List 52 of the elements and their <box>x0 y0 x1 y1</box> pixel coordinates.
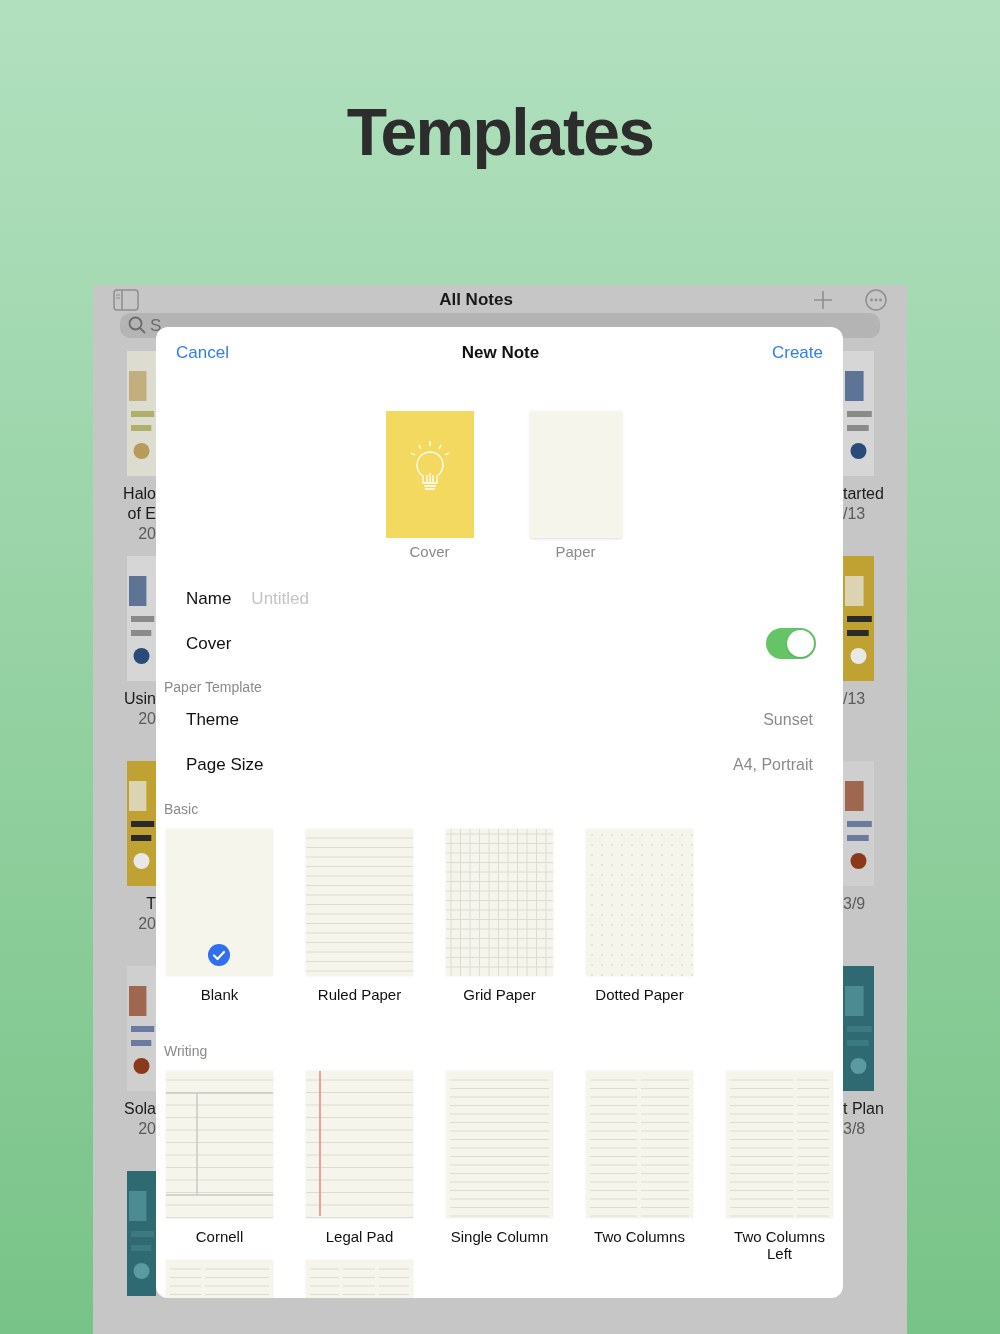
sidebar-icon[interactable] <box>113 288 139 311</box>
search-icon <box>128 316 146 335</box>
section-header: Basic <box>163 800 200 819</box>
template-label: Legal Pad <box>325 1228 394 1245</box>
note-title: Usin <box>124 689 156 709</box>
plus-icon[interactable] <box>813 289 833 310</box>
template-label: Two Columns <box>594 1228 685 1245</box>
paper-preview[interactable] <box>529 411 622 538</box>
template-preview[interactable] <box>166 829 273 976</box>
search-field[interactable]: S <box>150 312 162 338</box>
template-label: Cornell <box>195 1228 244 1245</box>
cover-toggle[interactable] <box>766 627 816 659</box>
section-header: Writing <box>163 1042 209 1061</box>
template-preview[interactable] <box>166 1071 273 1218</box>
note-date: 20 <box>138 709 156 729</box>
note-title: Sola <box>123 1099 156 1119</box>
setting-label: Theme <box>186 709 239 732</box>
create-button[interactable]: Create <box>771 339 823 366</box>
cover-label: Cover <box>186 632 232 655</box>
template-label: Dotted Paper <box>595 986 684 1003</box>
preview-label: Paper <box>555 542 596 562</box>
preview-label: Cover <box>409 542 450 562</box>
checkmark-icon <box>208 944 230 966</box>
nav-title: All Notes <box>439 289 513 311</box>
sheet-title: New Note <box>461 341 540 364</box>
headline: Templates <box>346 94 654 171</box>
cancel-button[interactable]: Cancel <box>176 339 229 366</box>
name-field[interactable]: Untitled <box>251 586 813 612</box>
note-title: Halo <box>123 484 156 504</box>
note-title: t Plan <box>843 1099 884 1119</box>
template-label: Two Columns Left <box>733 1228 826 1262</box>
setting-value[interactable]: A4, Portrait <box>732 752 813 777</box>
template-label: Grid Paper <box>463 986 536 1003</box>
cover-preview[interactable] <box>385 411 474 538</box>
template-label: Ruled Paper <box>317 986 402 1003</box>
note-title: of E <box>127 504 156 524</box>
setting-value[interactable]: Sunset <box>763 708 813 733</box>
note-date: 3/9 <box>843 894 866 914</box>
setting-label: Page Size <box>186 753 264 776</box>
note-title: T <box>146 894 156 914</box>
note-date: 20 <box>138 914 156 934</box>
note-date: 20 <box>138 1119 156 1139</box>
note-title: tarted <box>843 484 884 504</box>
template-label: Blank <box>200 986 239 1003</box>
note-date: /13 <box>843 689 866 709</box>
template-label: Single Column <box>450 1228 549 1245</box>
note-date: 3/8 <box>843 1119 866 1139</box>
name-label: Name <box>186 588 232 611</box>
more-icon[interactable] <box>865 288 887 311</box>
note-date: /13 <box>843 504 866 524</box>
note-date: 20 <box>138 524 156 544</box>
section-header: Paper Template <box>163 677 263 697</box>
